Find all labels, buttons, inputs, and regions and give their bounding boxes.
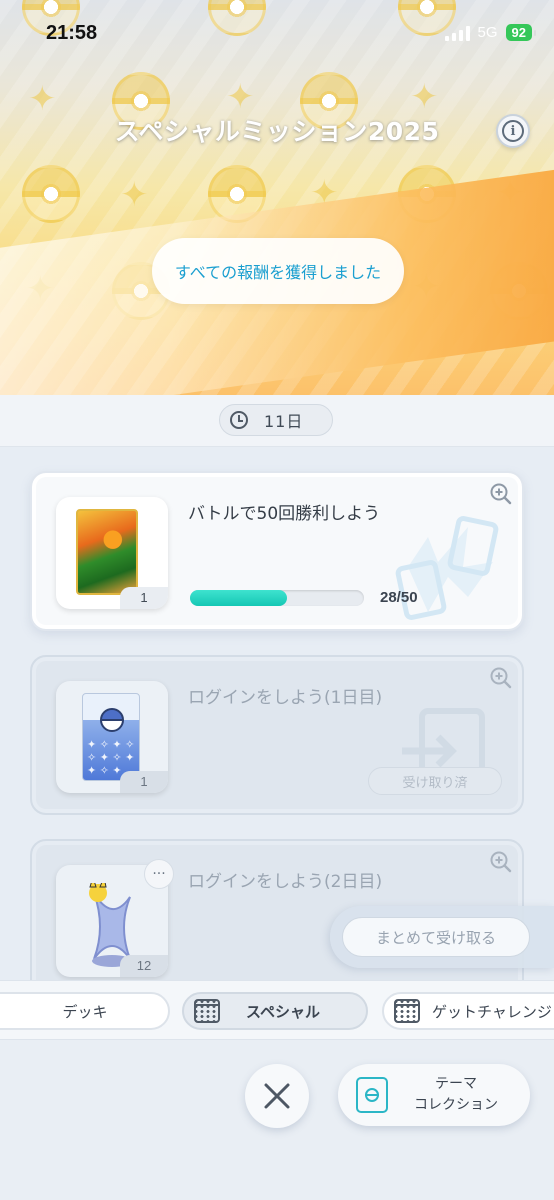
reward-count: 12 (120, 955, 168, 977)
theme-collection-label: テーマ コレクション (400, 1074, 512, 1116)
close-button[interactable] (245, 1064, 309, 1128)
pokeball-pattern (22, 165, 80, 223)
mission-card[interactable]: 1 バトルで50回勝利しよう 28/50 (30, 471, 524, 631)
bulk-claim-container: まとめて受け取る (330, 906, 554, 968)
more-options-icon[interactable]: ··· (144, 859, 174, 889)
timer-strip: 11日 (0, 395, 554, 447)
time-remaining: 11日 (264, 412, 304, 431)
tab-label: スペシャル (246, 1002, 320, 1021)
zoom-icon[interactable] (488, 481, 514, 507)
claimed-button: 受け取り済 (368, 767, 502, 795)
page-title: スペシャルミッション2025 (114, 117, 440, 146)
calendar-icon (394, 999, 420, 1023)
booster-pack-art: ✦ ✧ ✦ ✧ ✧ ✦ ✧ ✦ ✦ ✧ ✦ (82, 693, 140, 781)
mission-progress-fill (190, 590, 288, 606)
bottom-bar: テーマ コレクション (0, 1040, 554, 1200)
theme-label-line1: テーマ (435, 1076, 477, 1092)
info-button[interactable]: i (496, 114, 530, 148)
mission-progress-text: 28/50 (380, 589, 418, 606)
tab-label: ゲットチャレンジ (432, 1002, 552, 1021)
status-indicators: 5G 92 (444, 24, 537, 41)
sparkle-icon: ✦ (120, 175, 149, 215)
reward-thumbnail[interactable]: ✦ ✧ ✦ ✧ ✧ ✦ ✧ ✦ ✦ ✧ ✦ 1 (56, 681, 168, 793)
theme-label-line2: コレクション (414, 1097, 498, 1113)
reward-thumbnail[interactable]: 1 (56, 497, 168, 609)
sparkle-icon: ✦ (226, 77, 255, 117)
reward-status-banner: すべての報酬を獲得しました (152, 238, 404, 304)
sparkle-icon: ✦ (28, 79, 57, 119)
signal-icon (444, 25, 470, 41)
tab-get-challenge[interactable]: ゲットチャレンジ (382, 992, 554, 1030)
pokeball-pattern (208, 0, 266, 36)
battery-icon: 92 (505, 24, 537, 41)
tab-deck[interactable]: デッキ (0, 992, 170, 1030)
mission-category-tabs: デッキ スペシャル ゲットチャレンジ (0, 980, 554, 1040)
mission-list[interactable]: 1 バトルで50回勝利しよう 28/50 ✦ ✧ ✦ ✧ ✧ ✦ ✧ ✦ ✦ ✧ ✦… (0, 447, 554, 980)
reward-status-text: すべての報酬を獲得しました (174, 263, 382, 282)
pokeball-icon (100, 708, 124, 732)
status-time: 21:58 (46, 22, 98, 44)
tab-label: デッキ (62, 1002, 108, 1021)
mission-title: ログインをしよう(1日目) (188, 688, 383, 708)
mission-progress-bar (190, 590, 364, 606)
time-remaining-badge: 11日 (219, 404, 333, 436)
card-collection-icon (356, 1077, 388, 1113)
mission-card[interactable]: ✦ ✧ ✦ ✧ ✧ ✦ ✧ ✦ ✦ ✧ ✦ 1 ログインをしよう(1日目) 受け取り… (30, 655, 524, 815)
mission-banner: ✦ ✦ ✦ ✦ ✦ ✦ ✦ ✦ 21:58 5G 92 スペシャルミッション20… (0, 0, 554, 395)
reward-count: 1 (120, 587, 168, 609)
close-icon (264, 1083, 290, 1109)
reward-card-art (76, 509, 138, 595)
tab-special[interactable]: スペシャル (182, 992, 368, 1030)
network-type: 5G (477, 24, 498, 41)
zoom-icon[interactable] (488, 665, 514, 691)
bulk-claim-label: まとめて受け取る (375, 928, 496, 947)
mission-title: バトルで50回勝利しよう (188, 504, 381, 524)
battle-decoration-icon (395, 516, 499, 620)
clock-icon (230, 411, 248, 429)
zoom-icon[interactable] (488, 849, 514, 875)
calendar-icon (194, 999, 220, 1023)
bulk-claim-button[interactable]: まとめて受け取る (342, 917, 530, 957)
sparkle-icon: ✦ (410, 77, 439, 117)
info-icon: i (502, 120, 524, 142)
mission-title: ログインをしよう(2日目) (188, 872, 383, 892)
theme-collection-button[interactable]: テーマ コレクション (338, 1064, 530, 1126)
reward-count: 1 (120, 771, 168, 793)
